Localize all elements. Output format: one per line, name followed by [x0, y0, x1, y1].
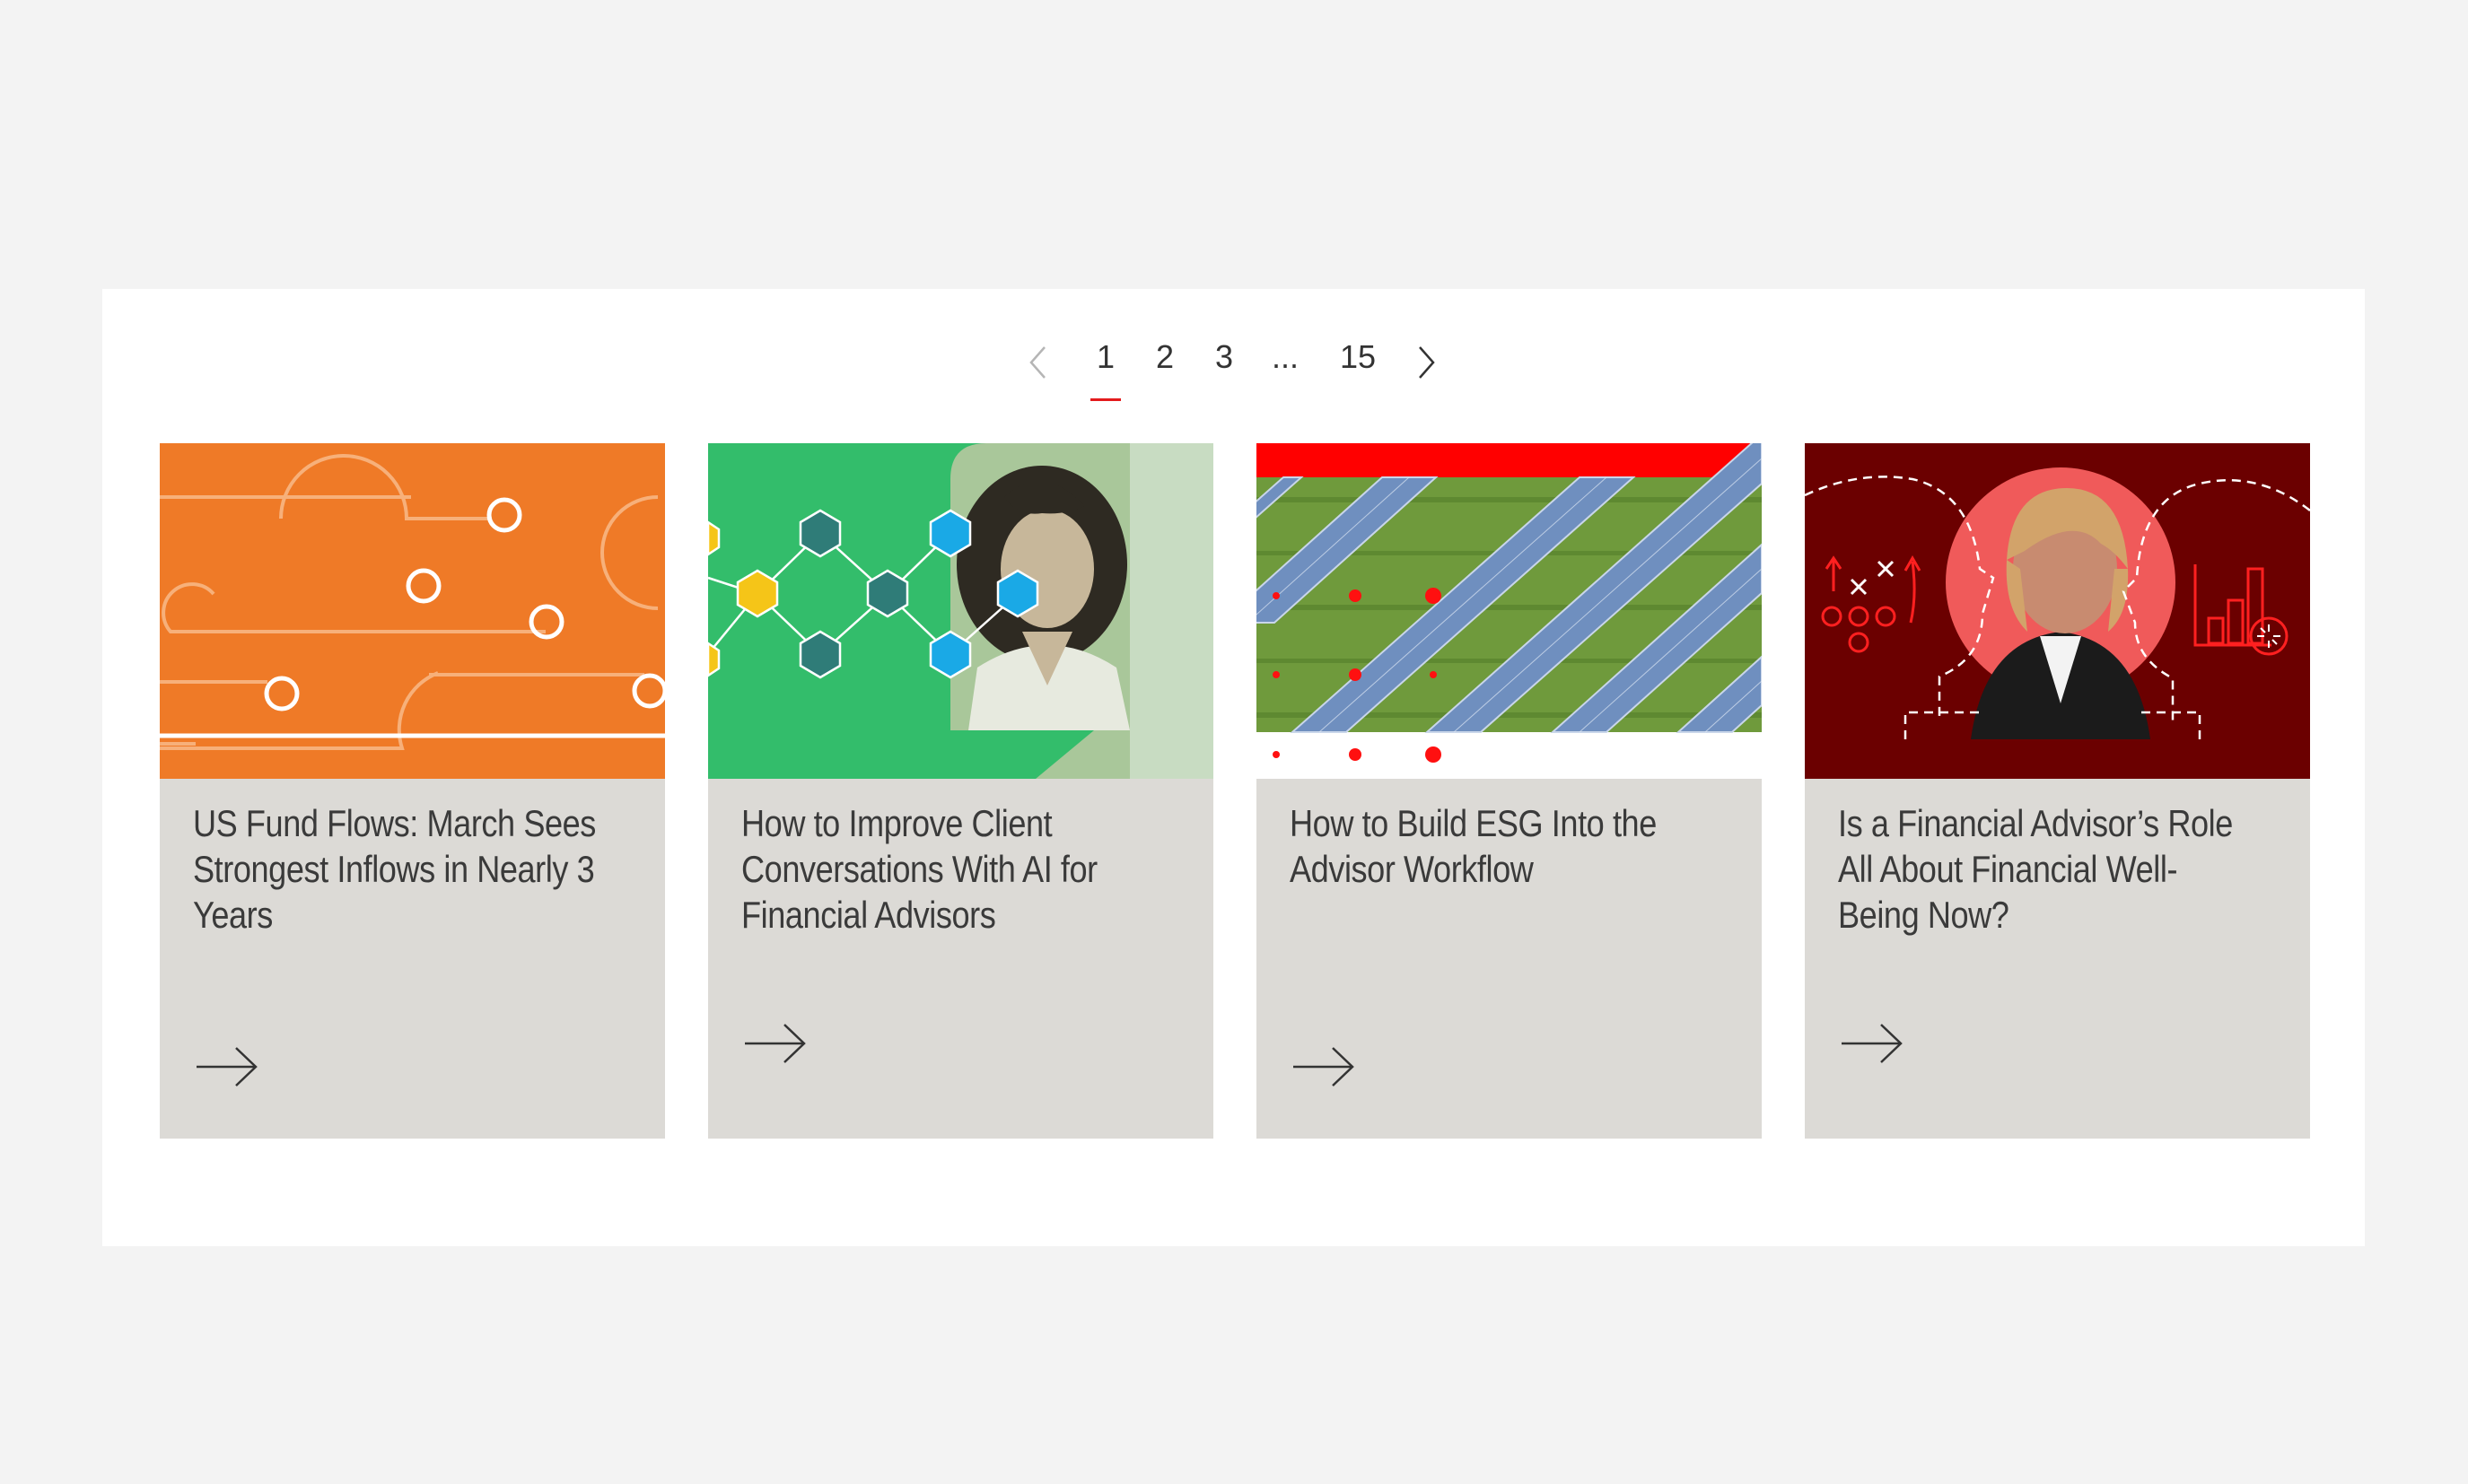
page-link-2[interactable]: 2 [1149, 337, 1181, 377]
article-image-fund-flows [160, 443, 665, 779]
pagination: 1 2 3 ... 15 [102, 328, 2365, 401]
arrow-right-icon [197, 1047, 258, 1087]
read-more-button[interactable] [195, 1044, 259, 1094]
next-page-button[interactable] [1414, 345, 1438, 380]
article-title[interactable]: US Fund Flows: March Sees Strongest Infl… [193, 800, 609, 938]
articles-panel: 1 2 3 ... 15 US Fund Flows: March Sees S… [102, 289, 2365, 1246]
page-link-3[interactable]: 3 [1208, 337, 1240, 377]
read-more-button[interactable] [1291, 1044, 1356, 1094]
read-more-button[interactable] [1840, 1021, 1904, 1070]
current-page-indicator [1090, 398, 1121, 401]
chevron-left-icon [1029, 346, 1046, 379]
article-title[interactable]: How to Build ESG Into the Advisor Workfl… [1290, 800, 1706, 892]
article-card[interactable]: Is a Financial Advisor’s Role All About … [1805, 443, 2310, 1139]
arrow-right-icon [1842, 1024, 1903, 1063]
arrow-right-icon [1293, 1047, 1354, 1087]
page-link-15[interactable]: 15 [1334, 337, 1382, 377]
page-ellipsis: ... [1271, 338, 1299, 375]
article-title[interactable]: How to Improve Client Conversations With… [741, 800, 1158, 938]
article-title[interactable]: Is a Financial Advisor’s Role All About … [1838, 800, 2254, 938]
article-image-esg-solar [1256, 443, 1762, 779]
chevron-right-icon [1419, 346, 1435, 379]
read-more-button[interactable] [743, 1021, 808, 1070]
article-image-advisor-role [1805, 443, 2310, 779]
prev-page-button[interactable] [1027, 345, 1050, 380]
arrow-right-icon [745, 1024, 806, 1063]
article-image-ai-conversations [708, 443, 1213, 779]
page-link-1[interactable]: 1 [1090, 337, 1122, 377]
article-card[interactable]: How to Improve Client Conversations With… [708, 443, 1213, 1139]
article-card[interactable]: US Fund Flows: March Sees Strongest Infl… [160, 443, 665, 1139]
article-card[interactable]: How to Build ESG Into the Advisor Workfl… [1256, 443, 1762, 1139]
